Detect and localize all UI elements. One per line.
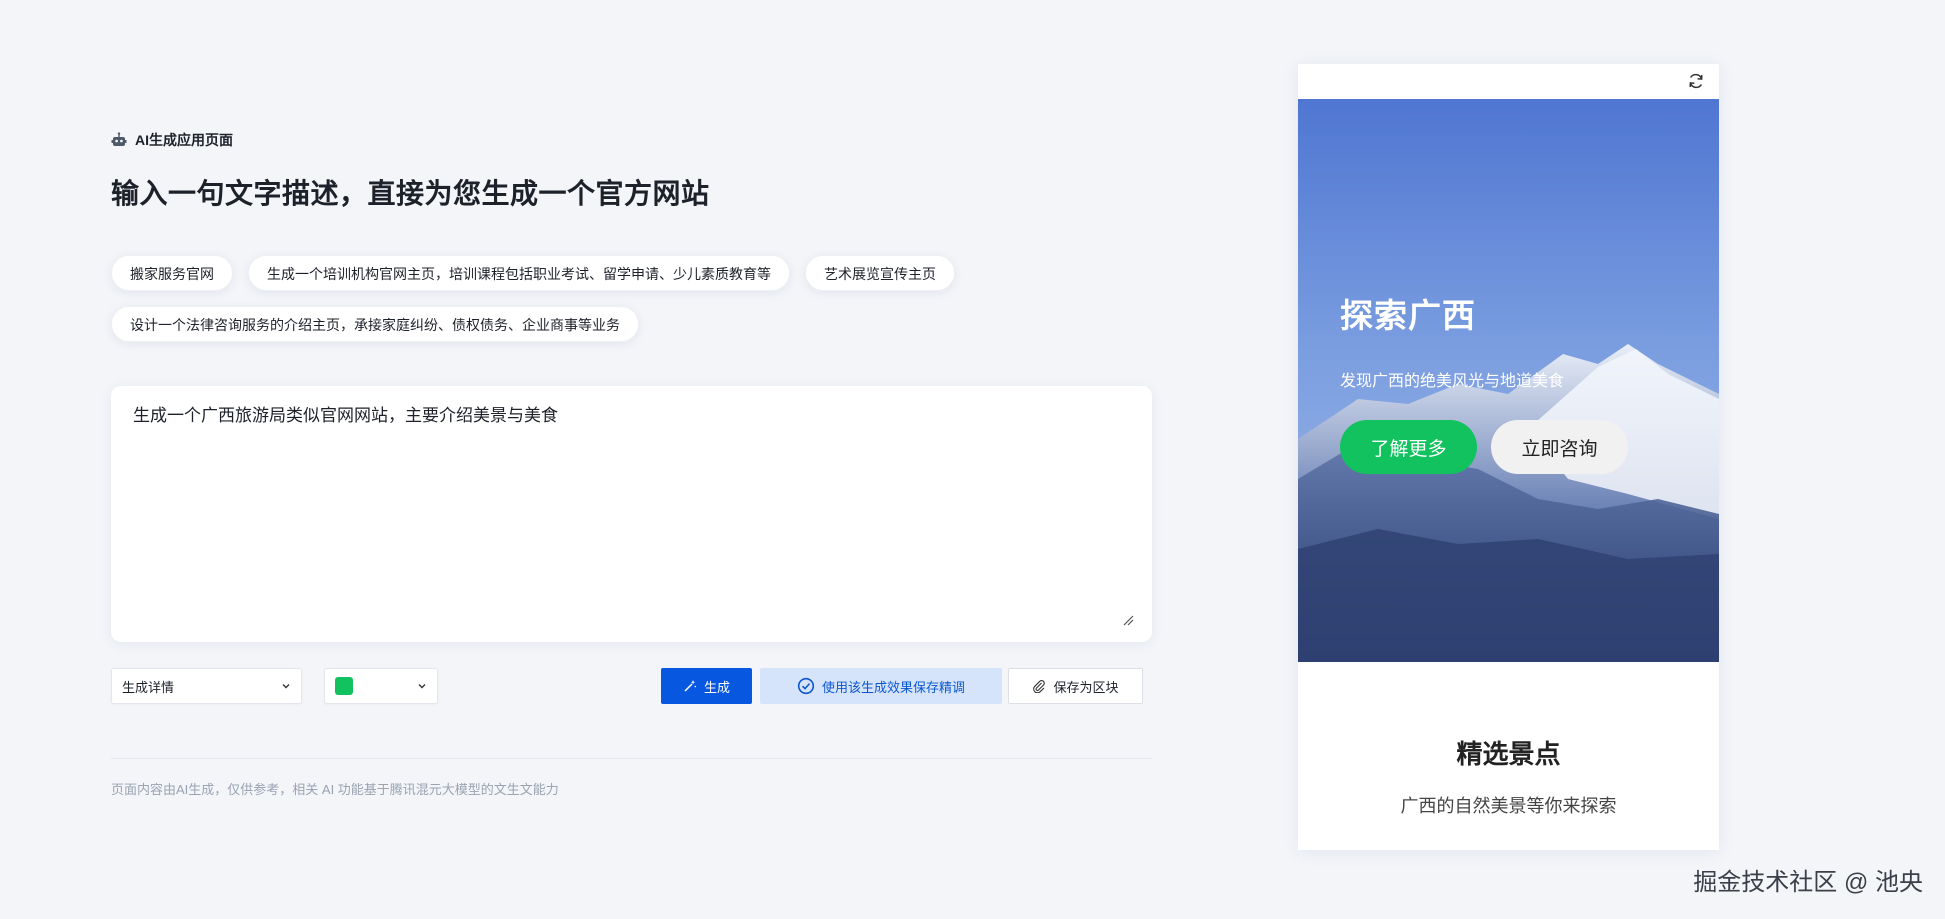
chevron-down-icon xyxy=(418,684,426,689)
suggestion-chip[interactable]: 设计一个法律咨询服务的介绍主页，承接家庭纠纷、债权债务、企业商事等业务 xyxy=(111,306,639,342)
resize-handle-icon[interactable] xyxy=(1122,614,1134,626)
preview-toolbar xyxy=(1298,64,1719,99)
hero-subtitle: 发现广西的绝美风光与地道美食 xyxy=(1340,373,1565,390)
page-title: 输入一句文字描述，直接为您生成一个官方网站 xyxy=(111,178,710,209)
divider xyxy=(111,758,1152,759)
paperclip-icon xyxy=(1033,680,1046,693)
color-select[interactable] xyxy=(324,668,438,704)
save-block-label: 保存为区块 xyxy=(1053,679,1119,695)
watermark: 掘金技术社区 @ 池央 xyxy=(1693,869,1923,896)
hero-title: 探索广西 xyxy=(1340,297,1476,334)
generate-button[interactable]: 生成 xyxy=(661,668,752,704)
learn-more-button[interactable]: 了解更多 xyxy=(1340,420,1477,474)
generate-toolbar: 生成详情 生成 使用该生成效果保存精调 保存为区块 xyxy=(111,668,1152,704)
site-preview: 探索广西 发现广西的绝美风光与地道美食 了解更多 立即咨询 精选景点 广西的自然… xyxy=(1298,64,1719,850)
disclaimer-text: 页面内容由AI生成，仅供参考，相关 AI 功能基于腾讯混元大模型的文生文能力 xyxy=(111,782,559,797)
detail-select-value: 生成详情 xyxy=(122,679,175,695)
prompt-card xyxy=(111,386,1152,642)
robot-icon xyxy=(111,132,127,146)
refresh-icon[interactable] xyxy=(1687,72,1705,90)
eyebrow-label: AI生成应用页面 xyxy=(135,132,233,148)
save-tune-label: 使用该生成效果保存精调 xyxy=(821,679,965,695)
consult-button[interactable]: 立即咨询 xyxy=(1491,420,1628,474)
generator-panel: AI生成应用页面 输入一句文字描述，直接为您生成一个官方网站 搬家服务官网 生成… xyxy=(111,130,1152,798)
save-tune-button[interactable]: 使用该生成效果保存精调 xyxy=(760,668,1002,704)
suggestion-chip[interactable]: 生成一个培训机构官网主页，培训课程包括职业考试、留学申请、少儿素质教育等 xyxy=(248,255,790,291)
chevron-down-icon xyxy=(282,684,290,689)
section-subtitle: 广西的自然美景等你来探索 xyxy=(1400,796,1617,816)
suggestion-chip[interactable]: 搬家服务官网 xyxy=(111,255,233,291)
prompt-input[interactable] xyxy=(133,402,1130,620)
color-swatch xyxy=(335,677,353,695)
eyebrow: AI生成应用页面 xyxy=(111,130,1152,150)
detail-select[interactable]: 生成详情 xyxy=(111,668,302,704)
suggestion-chips: 搬家服务官网 生成一个培训机构官网主页，培训课程包括职业考试、留学申请、少儿素质… xyxy=(111,255,1011,342)
check-circle-icon xyxy=(797,677,815,695)
section-title: 精选景点 xyxy=(1456,739,1561,769)
save-block-button[interactable]: 保存为区块 xyxy=(1008,668,1143,704)
suggestion-chip[interactable]: 艺术展览宣传主页 xyxy=(805,255,955,291)
generate-button-label: 生成 xyxy=(703,679,730,695)
page-root: AI生成应用页面 输入一句文字描述，直接为您生成一个官方网站 搬家服务官网 生成… xyxy=(0,0,1945,919)
magic-wand-icon xyxy=(684,680,697,692)
hero-banner: 探索广西 发现广西的绝美风光与地道美食 了解更多 立即咨询 xyxy=(1298,99,1719,662)
